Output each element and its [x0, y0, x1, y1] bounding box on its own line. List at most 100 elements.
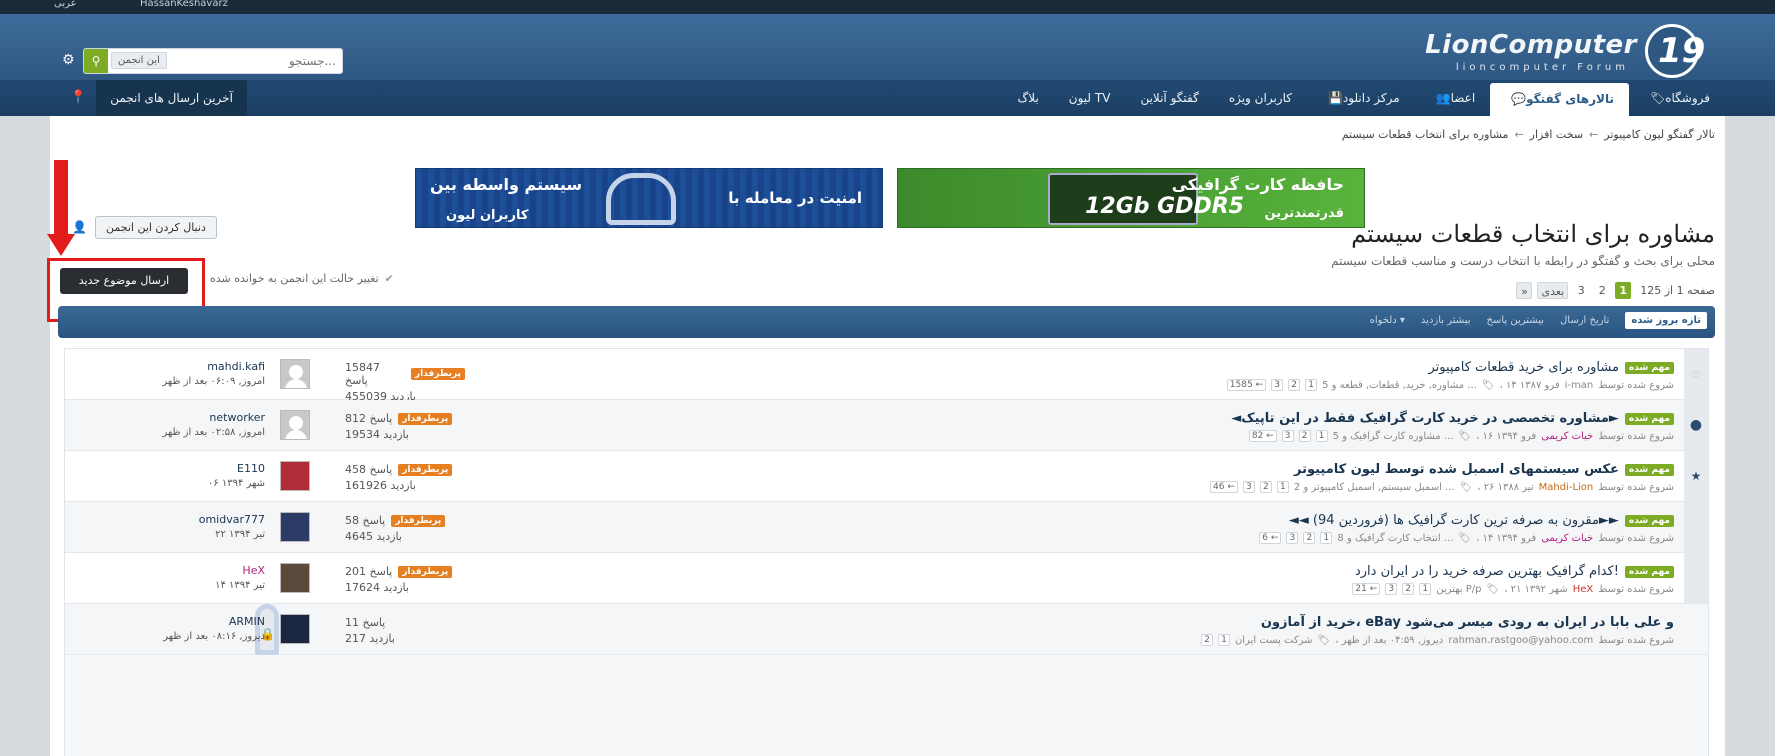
thread-page-link[interactable]: 2 — [1259, 481, 1272, 493]
nav-tab-0[interactable]: 🏷فروشگاه — [1629, 80, 1725, 116]
thread-page-link[interactable]: 1 — [1217, 634, 1230, 646]
sort-option[interactable]: دلخواه ▾ — [1370, 315, 1405, 326]
thread-page-link[interactable]: 1 — [1419, 583, 1432, 595]
last-post-date[interactable]: ۱۴ تیر ۱۳۹۴ — [135, 580, 265, 591]
nav-tab-7[interactable]: بلاگ — [1003, 80, 1054, 116]
nav-tab-2[interactable]: 👥اعضا — [1415, 80, 1491, 116]
last-post-date[interactable]: ۰۶ شهر ۱۳۹۴ — [135, 478, 265, 489]
thread-page-link[interactable]: 1 — [1315, 430, 1328, 442]
thread-page-link[interactable]: 1 — [1305, 379, 1318, 391]
thread-page-link[interactable]: 3 — [1281, 430, 1294, 442]
thread-page-link[interactable]: 3 — [1286, 532, 1299, 544]
nav-tab-1[interactable]: 💬تالارهای گفتگو — [1490, 83, 1629, 116]
avatar[interactable] — [280, 461, 310, 491]
breadcrumb-item[interactable]: سخت افزار — [1530, 128, 1583, 141]
nav-tab-5[interactable]: گفتگو آنلاین — [1125, 80, 1213, 116]
thread-author-link[interactable]: HeX — [1573, 584, 1594, 595]
thread-page-link[interactable]: 1585 ← — [1226, 379, 1267, 391]
site-logo[interactable]: LionComputer lioncomputer Forum 19 — [1424, 24, 1705, 78]
user-menu[interactable]: HassanKeshavarz — [140, 0, 228, 9]
nav-tab-4[interactable]: کاربران ویژه — [1214, 80, 1307, 116]
popular-badge: پربطرفدار — [391, 514, 446, 527]
next-page-button[interactable]: بعدی — [1537, 282, 1569, 299]
new-topic-button[interactable]: ارسال موضوع جدید — [60, 268, 188, 294]
thread-page-link[interactable]: 3 — [1385, 583, 1398, 595]
thread-page-link[interactable]: 82 ← — [1248, 430, 1277, 442]
page-link-2[interactable]: 2 — [1594, 282, 1610, 299]
thread-author-link[interactable]: i-man — [1565, 380, 1594, 391]
thread-page-link[interactable]: 2 — [1200, 634, 1213, 646]
avatar[interactable] — [280, 614, 310, 644]
gear-icon[interactable]: ⚙ — [62, 52, 75, 68]
last-post-user-link[interactable]: omidvar777 — [135, 513, 265, 526]
pagination: صفحه 1 از 125 1 2 3 بعدی» — [1516, 282, 1715, 299]
reply-count: 11 پاسخ — [345, 616, 386, 629]
thread-author-link[interactable]: خبات کریمی — [1541, 431, 1593, 442]
last-post-date[interactable]: ۲۲ تیر ۱۳۹۴ — [135, 529, 265, 540]
search-scope-label[interactable]: این انجمن — [111, 52, 167, 69]
last-post-user-link[interactable]: ARMIN — [135, 615, 265, 628]
thread-page-link[interactable]: 2 — [1303, 532, 1316, 544]
banner-graphics-card[interactable]: حافظه کارت گرافیکی 12Gb GDDR5 قدرتمندتری… — [897, 168, 1365, 228]
sort-option[interactable]: تازه بروز شده — [1625, 312, 1707, 329]
sort-option[interactable]: بیشترین پاسخ — [1487, 315, 1545, 326]
sort-option[interactable]: تاریخ ارسال — [1560, 315, 1609, 326]
thread-tags[interactable]: اسمبل سیستم, اسمبل کامپیوتر و 2 ... — [1294, 482, 1455, 493]
breadcrumb-item[interactable]: مشاوره برای انتخاب قطعات سیستم — [1342, 128, 1509, 141]
thread-title-link[interactable]: خرید از آمازون، eBay و علی بابا در ایران… — [1261, 615, 1674, 630]
last-page-button[interactable]: » — [1516, 282, 1533, 299]
nav-tab-3[interactable]: 💾مرکز دانلود — [1307, 80, 1415, 116]
page-link-3[interactable]: 3 — [1573, 282, 1589, 299]
banner-escrow[interactable]: سیستم واسطه بین امنیت در معامله با کاربر… — [415, 168, 883, 228]
thread-tags[interactable]: مشاوره, خرید, قطعات, قطعه و 5 ... — [1322, 380, 1477, 391]
thread-title-link[interactable]: ◄◄ مقرون به صرفه ترین کارت گرافیک ها (فر… — [1289, 513, 1619, 528]
nav-tab-icon: 💬 — [1511, 92, 1527, 106]
last-post-user-link[interactable]: HeX — [135, 564, 265, 577]
search-input[interactable] — [186, 52, 336, 70]
thread-page-link[interactable]: 2 — [1288, 379, 1301, 391]
thread-page-link[interactable]: 2 — [1402, 583, 1415, 595]
thread-title-link[interactable]: ◄مشاوره تخصصی در خرید کارت گرافیک فقط در… — [1231, 411, 1619, 426]
thread-page-link[interactable]: 46 ← — [1210, 481, 1238, 493]
thread-page-link[interactable]: 2 — [1298, 430, 1311, 442]
thread-author-link[interactable]: خبات کریمی — [1541, 533, 1593, 544]
last-post-user-link[interactable]: networker — [135, 411, 265, 424]
search-icon[interactable]: ⚲ — [84, 49, 108, 73]
started-by-label: شروع شده توسط — [1598, 532, 1674, 544]
thread-page-link[interactable]: 6 ← — [1259, 532, 1282, 544]
mark-read-link[interactable]: تغییر حالت این انجمن به خوانده شده ✔ — [210, 272, 394, 285]
thread-author-link[interactable]: Mahdi-Lion — [1539, 482, 1594, 493]
avatar[interactable] — [280, 359, 310, 389]
follow-forum-button[interactable]: دنبال کردن این انجمن — [95, 216, 217, 239]
last-post-date[interactable]: دیروز, ۰۸:۱۶ بعد از ظهر — [135, 631, 265, 642]
thread-page-link[interactable]: 3 — [1271, 379, 1284, 391]
page-link-1[interactable]: 1 — [1615, 282, 1632, 299]
thread-title-link[interactable]: کدام گرافیک بهترین صرفه خرید را در ایران… — [1355, 564, 1619, 579]
avatar[interactable] — [280, 512, 310, 542]
location-pin-icon[interactable]: 📍 — [60, 80, 96, 116]
thread-title-link[interactable]: مشاوره برای خرید قطعات کامپیوتر — [1428, 360, 1618, 375]
thread-page-link[interactable]: 1 — [1276, 481, 1289, 493]
language-link[interactable]: عربی — [54, 0, 77, 9]
last-post-date[interactable]: امروز, ۰۶:۰۹ بعد از ظهر — [135, 376, 265, 387]
breadcrumb-item[interactable]: تالار گفتگو لیون کامپیوتر — [1604, 128, 1715, 141]
thread-author-link[interactable]: rahman.rastgoo@yahoo.com — [1448, 635, 1593, 646]
last-post-user-link[interactable]: mahdi.kafi — [135, 360, 265, 373]
thread-tags[interactable]: بهترین P/p — [1436, 584, 1481, 595]
thread-title-link[interactable]: عکس سیستمهای اسمبل شده توسط لیون کامپیوت… — [1294, 462, 1619, 477]
thread-page-link[interactable]: 3 — [1242, 481, 1255, 493]
latest-posts-link[interactable]: آخرین ارسال های انجمن — [96, 80, 247, 116]
last-post-date[interactable]: امروز, ۰۲:۵۸ بعد از ظهر — [135, 427, 265, 438]
nav-tab-6[interactable]: لیون TV — [1054, 80, 1126, 116]
thread-tags[interactable]: شرکت پست ایران — [1235, 635, 1313, 646]
thread-page-link[interactable]: 21 ← — [1352, 583, 1381, 595]
thread-page-link[interactable]: 1 — [1320, 532, 1333, 544]
thread-tags[interactable]: مشاوره کارت گرافیک و 5 ... — [1333, 431, 1454, 442]
avatar[interactable] — [280, 563, 310, 593]
sort-option[interactable]: بیشتر بازدید — [1421, 315, 1471, 326]
thread-tags[interactable]: انتخاب کارت گرافیک و 8 ... — [1337, 533, 1453, 544]
popular-badge: پربطرفدار — [398, 565, 453, 578]
last-post-user-link[interactable]: E110 — [135, 462, 265, 475]
thread-stats: 201 پاسخ پربطرفدار 17624 بازدید — [345, 565, 465, 594]
avatar[interactable] — [280, 410, 310, 440]
